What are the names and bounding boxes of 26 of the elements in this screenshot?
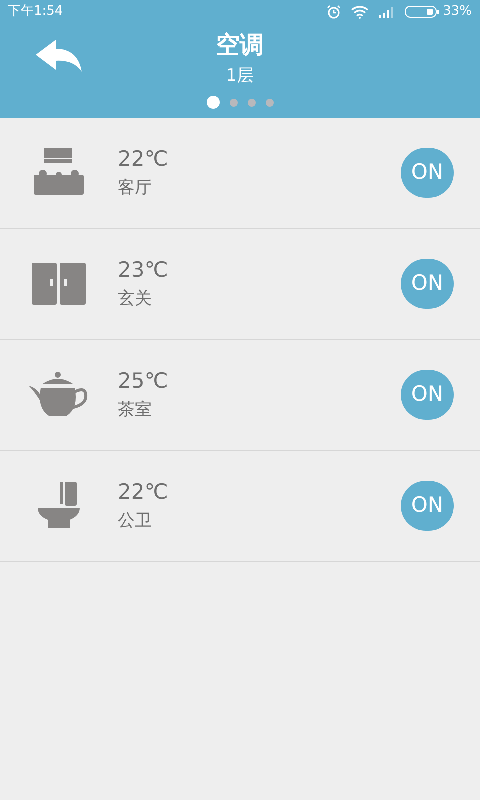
page-title: 空调 (216, 30, 264, 61)
power-toggle[interactable]: ON (401, 481, 454, 531)
room-name: 公卫 (118, 510, 153, 533)
power-toggle[interactable]: ON (401, 148, 454, 198)
battery-icon (405, 6, 440, 18)
room-name: 客厅 (118, 177, 153, 200)
room-name: 玄关 (118, 288, 153, 311)
room-name: 茶室 (118, 399, 153, 422)
status-time: 下午1:54 (8, 3, 64, 22)
power-toggle[interactable]: ON (401, 259, 454, 309)
room-temperature: 22℃ (118, 479, 170, 506)
room-temperature: 23℃ (118, 257, 170, 284)
wifi-icon (351, 6, 370, 18)
signal-icon (379, 6, 396, 18)
back-button[interactable] (36, 40, 84, 72)
room-temperature: 25℃ (118, 368, 170, 395)
power-toggle[interactable]: ON (401, 370, 454, 420)
alarm-icon (327, 5, 342, 19)
page-subtitle: 1层 (226, 65, 254, 88)
sofa-tv-icon (34, 148, 84, 198)
toilet-icon (38, 482, 80, 530)
teapot-icon (29, 372, 89, 418)
cabinet-icon (32, 263, 86, 305)
back-arrow-icon (36, 40, 84, 72)
battery-percent: 33% (443, 3, 472, 22)
room-temperature: 22℃ (118, 146, 170, 173)
